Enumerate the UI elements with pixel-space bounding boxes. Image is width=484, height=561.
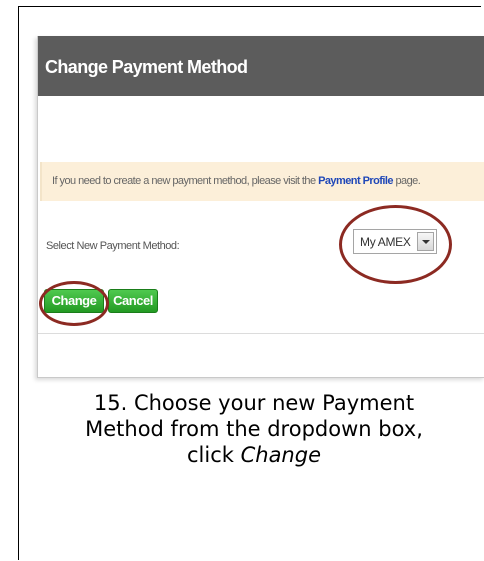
instruction-caption: 15. Choose your new Payment Method from … bbox=[24, 390, 484, 468]
dialog-header: Change Payment Method bbox=[38, 36, 484, 96]
caption-line-2: Method from the dropdown box, bbox=[85, 417, 423, 441]
notice-text: If you need to create a new payment meth… bbox=[52, 175, 421, 187]
screenshot-panel: Change Payment Method If you need to cre… bbox=[37, 36, 484, 378]
highlight-circle-dropdown bbox=[339, 205, 452, 284]
payment-profile-link[interactable]: Payment Profile bbox=[318, 175, 393, 187]
select-payment-label: Select New Payment Method: bbox=[46, 240, 180, 252]
dialog-title: Change Payment Method bbox=[45, 57, 248, 77]
caption-emphasis: Change bbox=[240, 443, 321, 467]
caption-line-3: click Change bbox=[24, 442, 484, 468]
notice-text-before: If you need to create a new payment meth… bbox=[52, 175, 319, 187]
highlight-circle-change bbox=[39, 281, 109, 326]
caption-line-3-prefix: click bbox=[186, 443, 241, 467]
notice-text-after: page. bbox=[392, 175, 421, 187]
divider bbox=[38, 333, 484, 334]
cancel-button[interactable]: Cancel bbox=[108, 289, 158, 313]
caption-line-1: 15. Choose your new Payment bbox=[93, 391, 415, 415]
info-notice: If you need to create a new payment meth… bbox=[40, 162, 484, 201]
